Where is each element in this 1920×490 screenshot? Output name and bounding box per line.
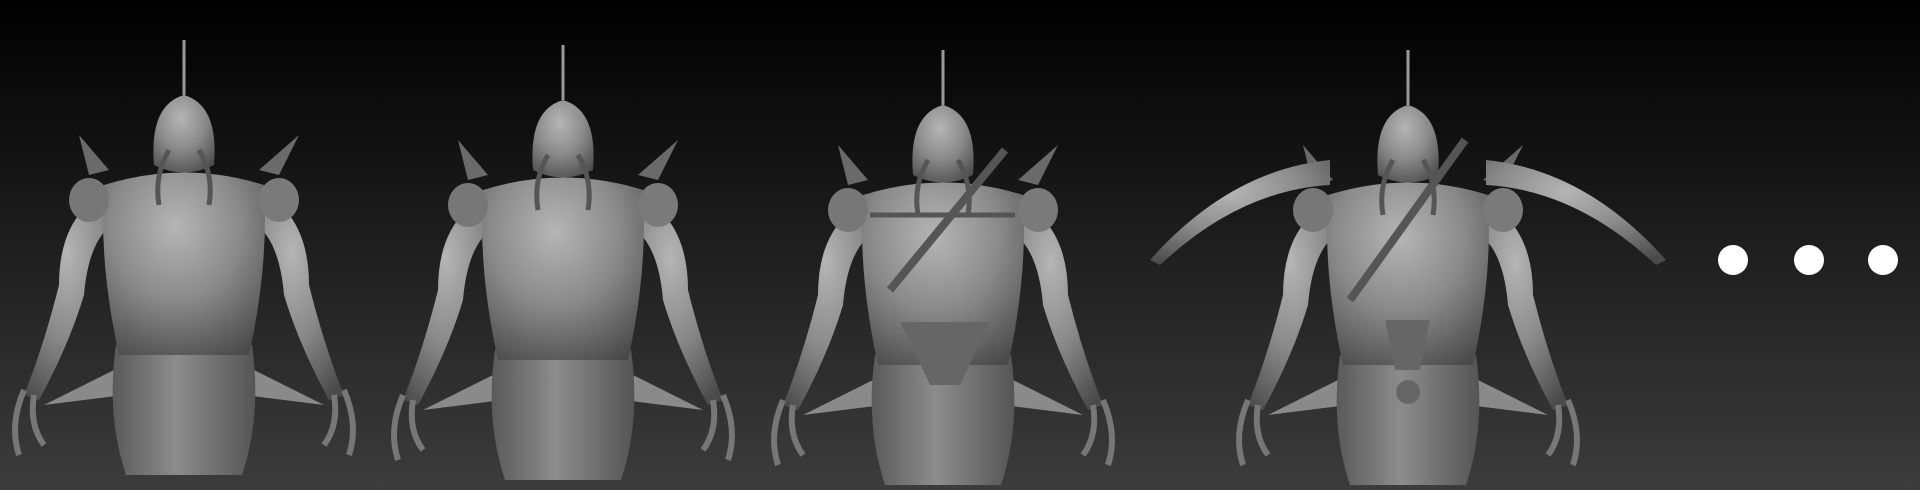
continuation-dot <box>1868 245 1898 275</box>
continuation-dot <box>1718 245 1748 275</box>
sculpt-progression-render <box>0 0 1920 490</box>
continuation-dot <box>1794 245 1824 275</box>
